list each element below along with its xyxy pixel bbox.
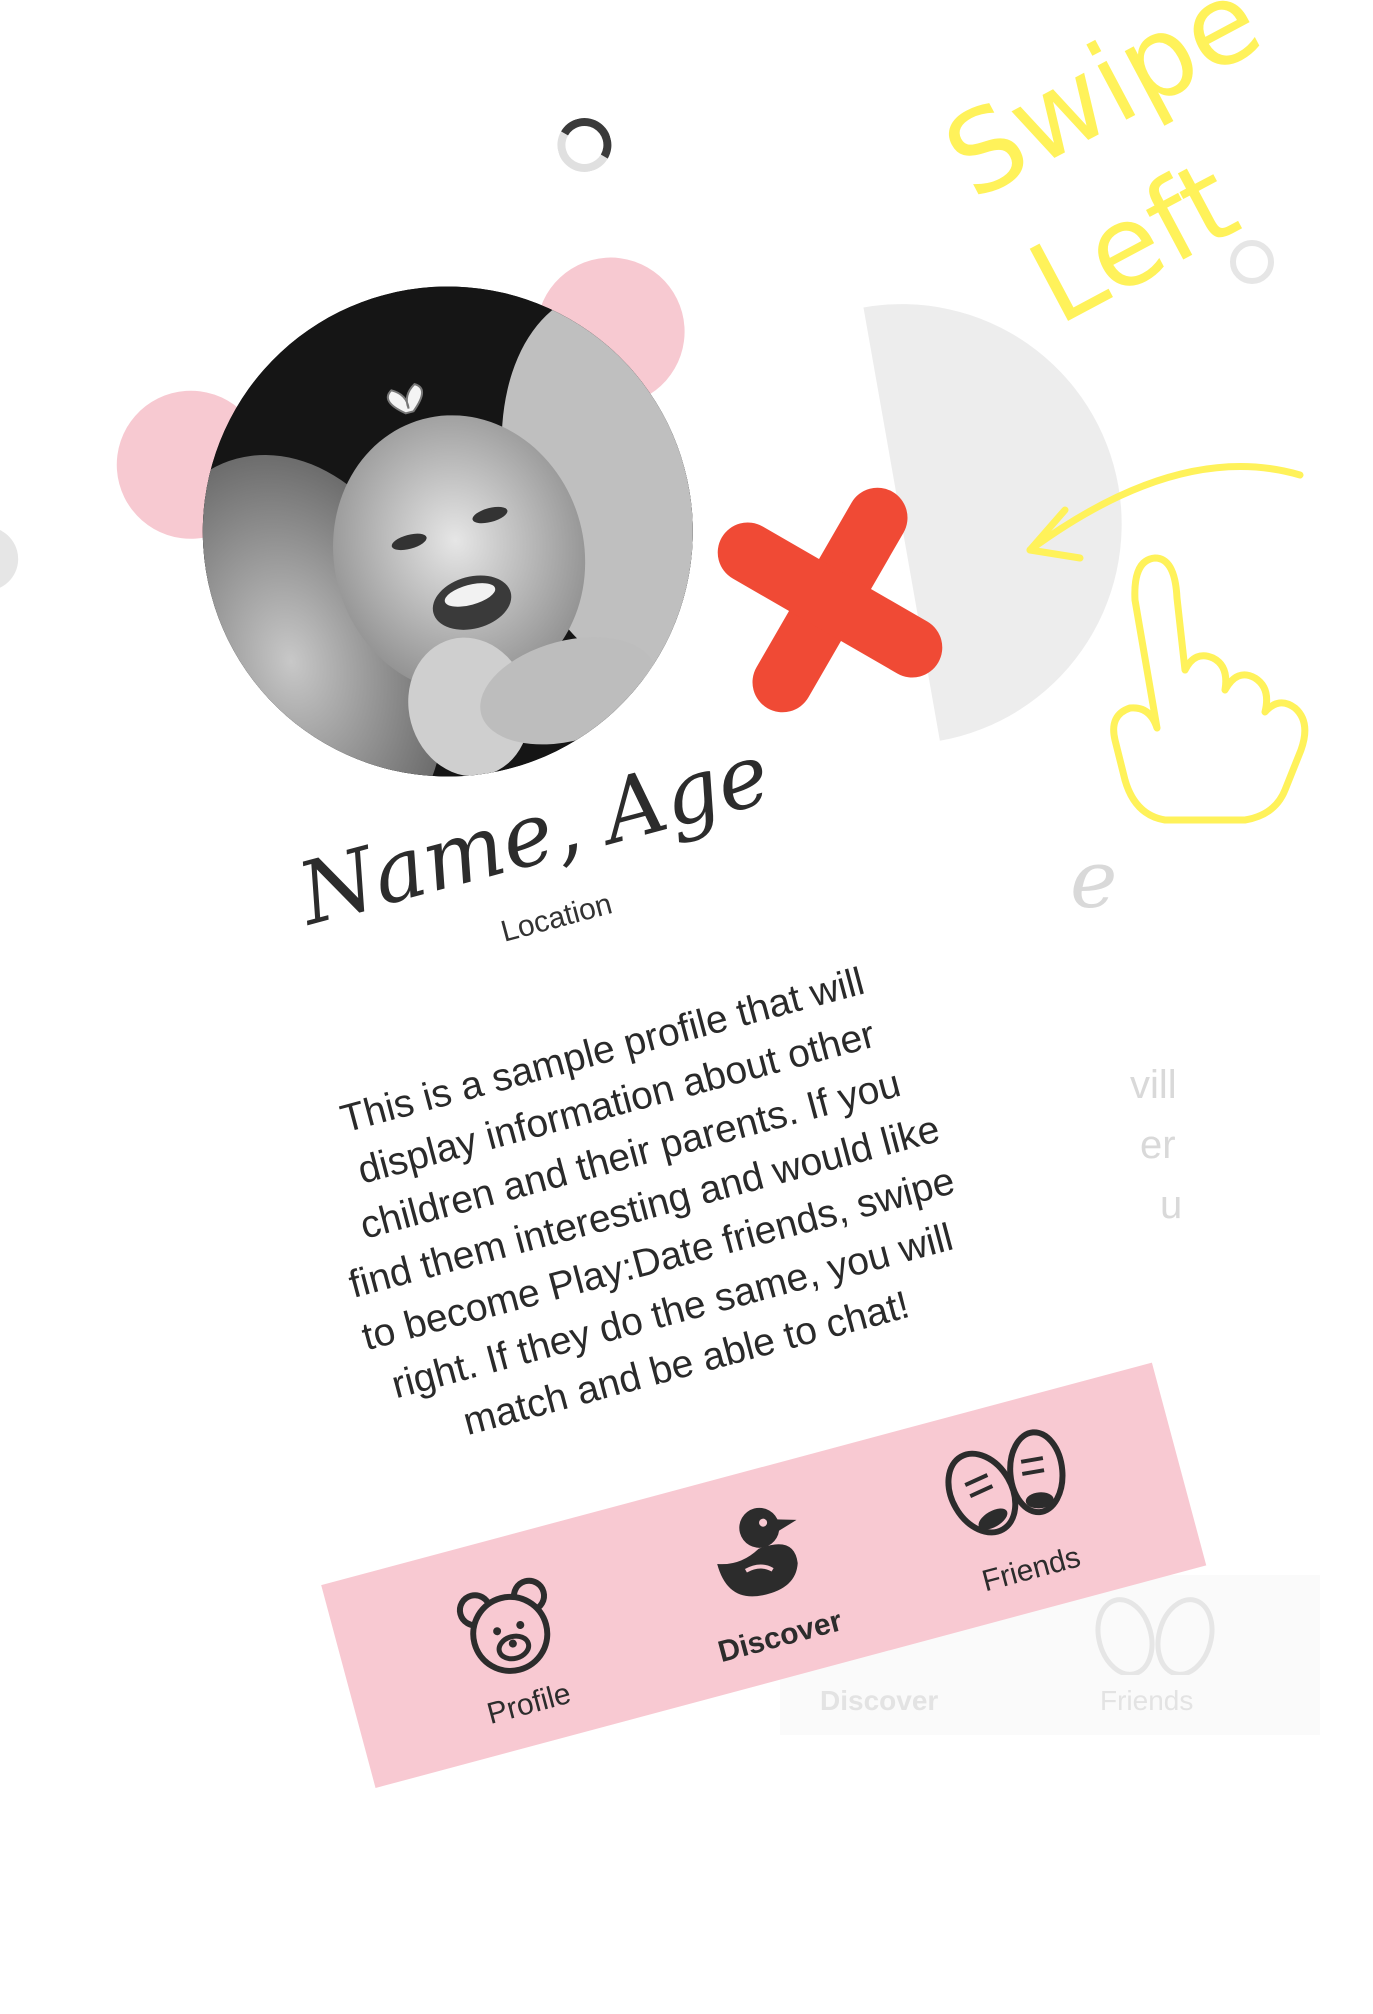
pointing-hand-icon <box>1110 554 1309 824</box>
nav-label-discover: Discover <box>714 1604 846 1669</box>
profile-bio: This is a sample profile that will displ… <box>336 960 960 1444</box>
spinner-icon <box>551 111 618 179</box>
teddy-bear-icon <box>456 1577 551 1674</box>
nav-item-profile[interactable]: Profile <box>379 1513 646 1773</box>
nav-item-friends[interactable]: Friends <box>881 1378 1148 1638</box>
x-mark-icon <box>717 487 943 713</box>
nav-item-discover[interactable]: Discover <box>630 1445 897 1705</box>
duck-icon <box>717 1507 798 1597</box>
baby-shoes-icon <box>945 1429 1066 1536</box>
report-button[interactable] <box>0 519 26 599</box>
flag-icon <box>0 539 5 580</box>
